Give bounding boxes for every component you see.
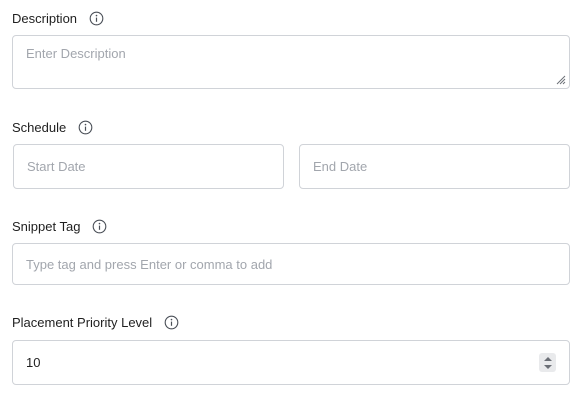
snippet-tag-label: Snippet Tag: [12, 219, 81, 234]
info-icon[interactable]: [78, 120, 93, 135]
resize-handle-icon[interactable]: [554, 73, 566, 85]
description-textarea[interactable]: Enter Description: [12, 35, 570, 89]
start-date-input[interactable]: Start Date: [13, 144, 284, 189]
priority-number-input[interactable]: 10: [12, 340, 570, 385]
info-icon[interactable]: [89, 11, 104, 26]
info-icon[interactable]: [92, 219, 107, 234]
snippet-tag-placeholder: Type tag and press Enter or comma to add: [26, 256, 273, 272]
description-placeholder: Enter Description: [26, 46, 126, 61]
end-date-input[interactable]: End Date: [299, 144, 570, 189]
description-label-row: Description: [12, 11, 104, 26]
description-label: Description: [12, 11, 78, 26]
schedule-label: Schedule: [12, 120, 67, 135]
priority-value: 10: [26, 355, 41, 370]
quantity-stepper[interactable]: [539, 353, 556, 372]
stepper-up-icon[interactable]: [543, 356, 552, 361]
end-date-placeholder: End Date: [313, 159, 368, 174]
priority-label-row: Placement Priority Level: [12, 315, 179, 330]
stepper-down-icon[interactable]: [543, 364, 552, 369]
schedule-label-row: Schedule: [12, 120, 93, 135]
snippet-tag-input[interactable]: Type tag and press Enter or comma to add: [12, 243, 570, 285]
info-icon[interactable]: [164, 315, 179, 330]
start-date-placeholder: Start Date: [27, 159, 86, 174]
priority-label: Placement Priority Level: [12, 315, 153, 330]
snippet-tag-label-row: Snippet Tag: [12, 219, 107, 234]
